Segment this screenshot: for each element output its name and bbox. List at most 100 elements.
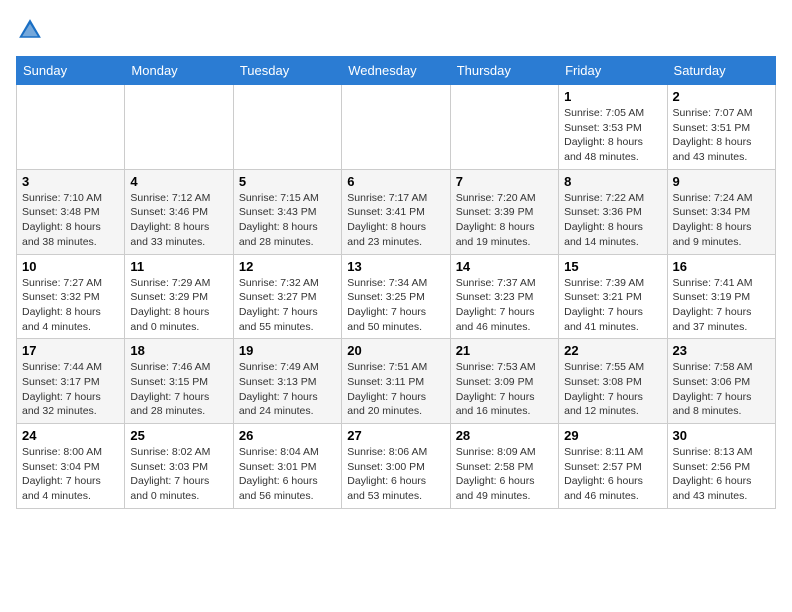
- day-detail: Sunrise: 8:06 AMSunset: 3:00 PMDaylight:…: [347, 445, 444, 504]
- calendar-cell: 30Sunrise: 8:13 AMSunset: 2:56 PMDayligh…: [667, 424, 775, 509]
- day-detail: Sunrise: 8:11 AMSunset: 2:57 PMDaylight:…: [564, 445, 661, 504]
- calendar-cell: 26 Sunrise: 8:04 AMSunset: 3:01 PMDayligh…: [233, 424, 341, 509]
- logo-icon: [16, 16, 44, 44]
- day-detail: Sunrise: 7:32 AMSunset: 3:27 PMDaylight:…: [239, 276, 336, 335]
- day-number: 24: [22, 428, 119, 443]
- logo: [16, 16, 48, 44]
- calendar-week-row: 17Sunrise: 7:44 AMSunset: 3:17 PMDayligh…: [17, 339, 776, 424]
- day-number: 20: [347, 343, 444, 358]
- calendar-cell: 6 Sunrise: 7:17 AMSunset: 3:41 PMDaylight…: [342, 169, 450, 254]
- calendar-cell: 17Sunrise: 7:44 AMSunset: 3:17 PMDayligh…: [17, 339, 125, 424]
- calendar-cell: 9Sunrise: 7:24 AMSunset: 3:34 PMDaylight…: [667, 169, 775, 254]
- day-detail: Sunrise: 7:39 AMSunset: 3:21 PMDaylight:…: [564, 276, 661, 335]
- day-number: 2: [673, 89, 770, 104]
- day-number: 27: [347, 428, 444, 443]
- calendar-cell: 20 Sunrise: 7:51 AMSunset: 3:11 PMDayligh…: [342, 339, 450, 424]
- day-number: 25: [130, 428, 227, 443]
- calendar-cell: 8 Sunrise: 7:22 AMSunset: 3:36 PMDaylight…: [559, 169, 667, 254]
- day-detail: Sunrise: 7:17 AMSunset: 3:41 PMDaylight:…: [347, 191, 444, 250]
- calendar-cell: 15 Sunrise: 7:39 AMSunset: 3:21 PMDayligh…: [559, 254, 667, 339]
- calendar-cell: [342, 85, 450, 170]
- day-number: 11: [130, 259, 227, 274]
- day-detail: Sunrise: 7:34 AMSunset: 3:25 PMDaylight:…: [347, 276, 444, 335]
- day-detail: Sunrise: 8:13 AMSunset: 2:56 PMDaylight:…: [673, 445, 770, 504]
- day-detail: Sunrise: 7:07 AMSunset: 3:51 PMDaylight:…: [673, 106, 770, 165]
- calendar-cell: 22 Sunrise: 7:55 AMSunset: 3:08 PMDayligh…: [559, 339, 667, 424]
- day-detail: Sunrise: 7:41 AMSunset: 3:19 PMDaylight:…: [673, 276, 770, 335]
- calendar-cell: 3Sunrise: 7:10 AMSunset: 3:48 PMDaylight…: [17, 169, 125, 254]
- calendar-cell: [125, 85, 233, 170]
- day-number: 5: [239, 174, 336, 189]
- calendar-week-row: 24Sunrise: 8:00 AMSunset: 3:04 PMDayligh…: [17, 424, 776, 509]
- day-number: 6: [347, 174, 444, 189]
- calendar-cell: 4 Sunrise: 7:12 AMSunset: 3:46 PMDaylight…: [125, 169, 233, 254]
- column-header-monday: Monday: [125, 57, 233, 85]
- calendar-table: SundayMondayTuesdayWednesdayThursdayFrid…: [16, 56, 776, 509]
- day-detail: Sunrise: 7:58 AMSunset: 3:06 PMDaylight:…: [673, 360, 770, 419]
- day-detail: Sunrise: 7:51 AMSunset: 3:11 PMDaylight:…: [347, 360, 444, 419]
- day-number: 10: [22, 259, 119, 274]
- day-number: 12: [239, 259, 336, 274]
- day-detail: Sunrise: 7:55 AMSunset: 3:08 PMDaylight:…: [564, 360, 661, 419]
- day-detail: Sunrise: 7:46 AMSunset: 3:15 PMDaylight:…: [130, 360, 227, 419]
- calendar-cell: 11 Sunrise: 7:29 AMSunset: 3:29 PMDayligh…: [125, 254, 233, 339]
- calendar-cell: 1 Sunrise: 7:05 AMSunset: 3:53 PMDaylight…: [559, 85, 667, 170]
- calendar-cell: 7 Sunrise: 7:20 AMSunset: 3:39 PMDaylight…: [450, 169, 558, 254]
- day-number: 18: [130, 343, 227, 358]
- day-detail: Sunrise: 8:02 AMSunset: 3:03 PMDaylight:…: [130, 445, 227, 504]
- day-detail: Sunrise: 7:27 AMSunset: 3:32 PMDaylight:…: [22, 276, 119, 335]
- calendar-cell: 13 Sunrise: 7:34 AMSunset: 3:25 PMDayligh…: [342, 254, 450, 339]
- day-number: 4: [130, 174, 227, 189]
- calendar-cell: 16Sunrise: 7:41 AMSunset: 3:19 PMDayligh…: [667, 254, 775, 339]
- day-detail: Sunrise: 8:04 AMSunset: 3:01 PMDaylight:…: [239, 445, 336, 504]
- day-detail: Sunrise: 7:15 AMSunset: 3:43 PMDaylight:…: [239, 191, 336, 250]
- column-header-saturday: Saturday: [667, 57, 775, 85]
- day-number: 13: [347, 259, 444, 274]
- day-number: 19: [239, 343, 336, 358]
- calendar-cell: [17, 85, 125, 170]
- day-detail: Sunrise: 7:20 AMSunset: 3:39 PMDaylight:…: [456, 191, 553, 250]
- calendar-cell: 10 Sunrise: 7:27 AMSunset: 3:32 PMDayligh…: [17, 254, 125, 339]
- day-detail: Sunrise: 7:12 AMSunset: 3:46 PMDaylight:…: [130, 191, 227, 250]
- calendar-cell: 19 Sunrise: 7:49 AMSunset: 3:13 PMDayligh…: [233, 339, 341, 424]
- day-detail: Sunrise: 7:37 AMSunset: 3:23 PMDaylight:…: [456, 276, 553, 335]
- calendar-cell: 27 Sunrise: 8:06 AMSunset: 3:00 PMDayligh…: [342, 424, 450, 509]
- day-number: 1: [564, 89, 661, 104]
- column-header-thursday: Thursday: [450, 57, 558, 85]
- calendar-cell: 5 Sunrise: 7:15 AMSunset: 3:43 PMDaylight…: [233, 169, 341, 254]
- column-header-wednesday: Wednesday: [342, 57, 450, 85]
- day-detail: Sunrise: 7:24 AMSunset: 3:34 PMDaylight:…: [673, 191, 770, 250]
- day-detail: Sunrise: 7:49 AMSunset: 3:13 PMDaylight:…: [239, 360, 336, 419]
- calendar-cell: 25 Sunrise: 8:02 AMSunset: 3:03 PMDayligh…: [125, 424, 233, 509]
- day-detail: Sunrise: 8:09 AMSunset: 2:58 PMDaylight:…: [456, 445, 553, 504]
- calendar-cell: 2 Sunrise: 7:07 AMSunset: 3:51 PMDaylight…: [667, 85, 775, 170]
- day-detail: Sunrise: 7:22 AMSunset: 3:36 PMDaylight:…: [564, 191, 661, 250]
- day-number: 15: [564, 259, 661, 274]
- day-number: 22: [564, 343, 661, 358]
- calendar-week-row: 3Sunrise: 7:10 AMSunset: 3:48 PMDaylight…: [17, 169, 776, 254]
- calendar-cell: 14Sunrise: 7:37 AMSunset: 3:23 PMDayligh…: [450, 254, 558, 339]
- calendar-cell: [233, 85, 341, 170]
- day-detail: Sunrise: 7:29 AMSunset: 3:29 PMDaylight:…: [130, 276, 227, 335]
- calendar-cell: 28 Sunrise: 8:09 AMSunset: 2:58 PMDayligh…: [450, 424, 558, 509]
- calendar-cell: 21Sunrise: 7:53 AMSunset: 3:09 PMDayligh…: [450, 339, 558, 424]
- calendar-cell: 18 Sunrise: 7:46 AMSunset: 3:15 PMDayligh…: [125, 339, 233, 424]
- day-number: 8: [564, 174, 661, 189]
- calendar-cell: 23Sunrise: 7:58 AMSunset: 3:06 PMDayligh…: [667, 339, 775, 424]
- page-header: [16, 16, 776, 44]
- calendar-week-row: 1 Sunrise: 7:05 AMSunset: 3:53 PMDaylight…: [17, 85, 776, 170]
- calendar-cell: 12 Sunrise: 7:32 AMSunset: 3:27 PMDayligh…: [233, 254, 341, 339]
- column-header-sunday: Sunday: [17, 57, 125, 85]
- column-header-friday: Friday: [559, 57, 667, 85]
- day-number: 7: [456, 174, 553, 189]
- calendar-week-row: 10 Sunrise: 7:27 AMSunset: 3:32 PMDayligh…: [17, 254, 776, 339]
- day-number: 28: [456, 428, 553, 443]
- calendar-cell: 24Sunrise: 8:00 AMSunset: 3:04 PMDayligh…: [17, 424, 125, 509]
- day-detail: Sunrise: 7:10 AMSunset: 3:48 PMDaylight:…: [22, 191, 119, 250]
- day-number: 29: [564, 428, 661, 443]
- day-number: 21: [456, 343, 553, 358]
- calendar-cell: 29 Sunrise: 8:11 AMSunset: 2:57 PMDayligh…: [559, 424, 667, 509]
- day-detail: Sunrise: 7:44 AMSunset: 3:17 PMDaylight:…: [22, 360, 119, 419]
- day-number: 26: [239, 428, 336, 443]
- day-detail: Sunrise: 7:05 AMSunset: 3:53 PMDaylight:…: [564, 106, 661, 165]
